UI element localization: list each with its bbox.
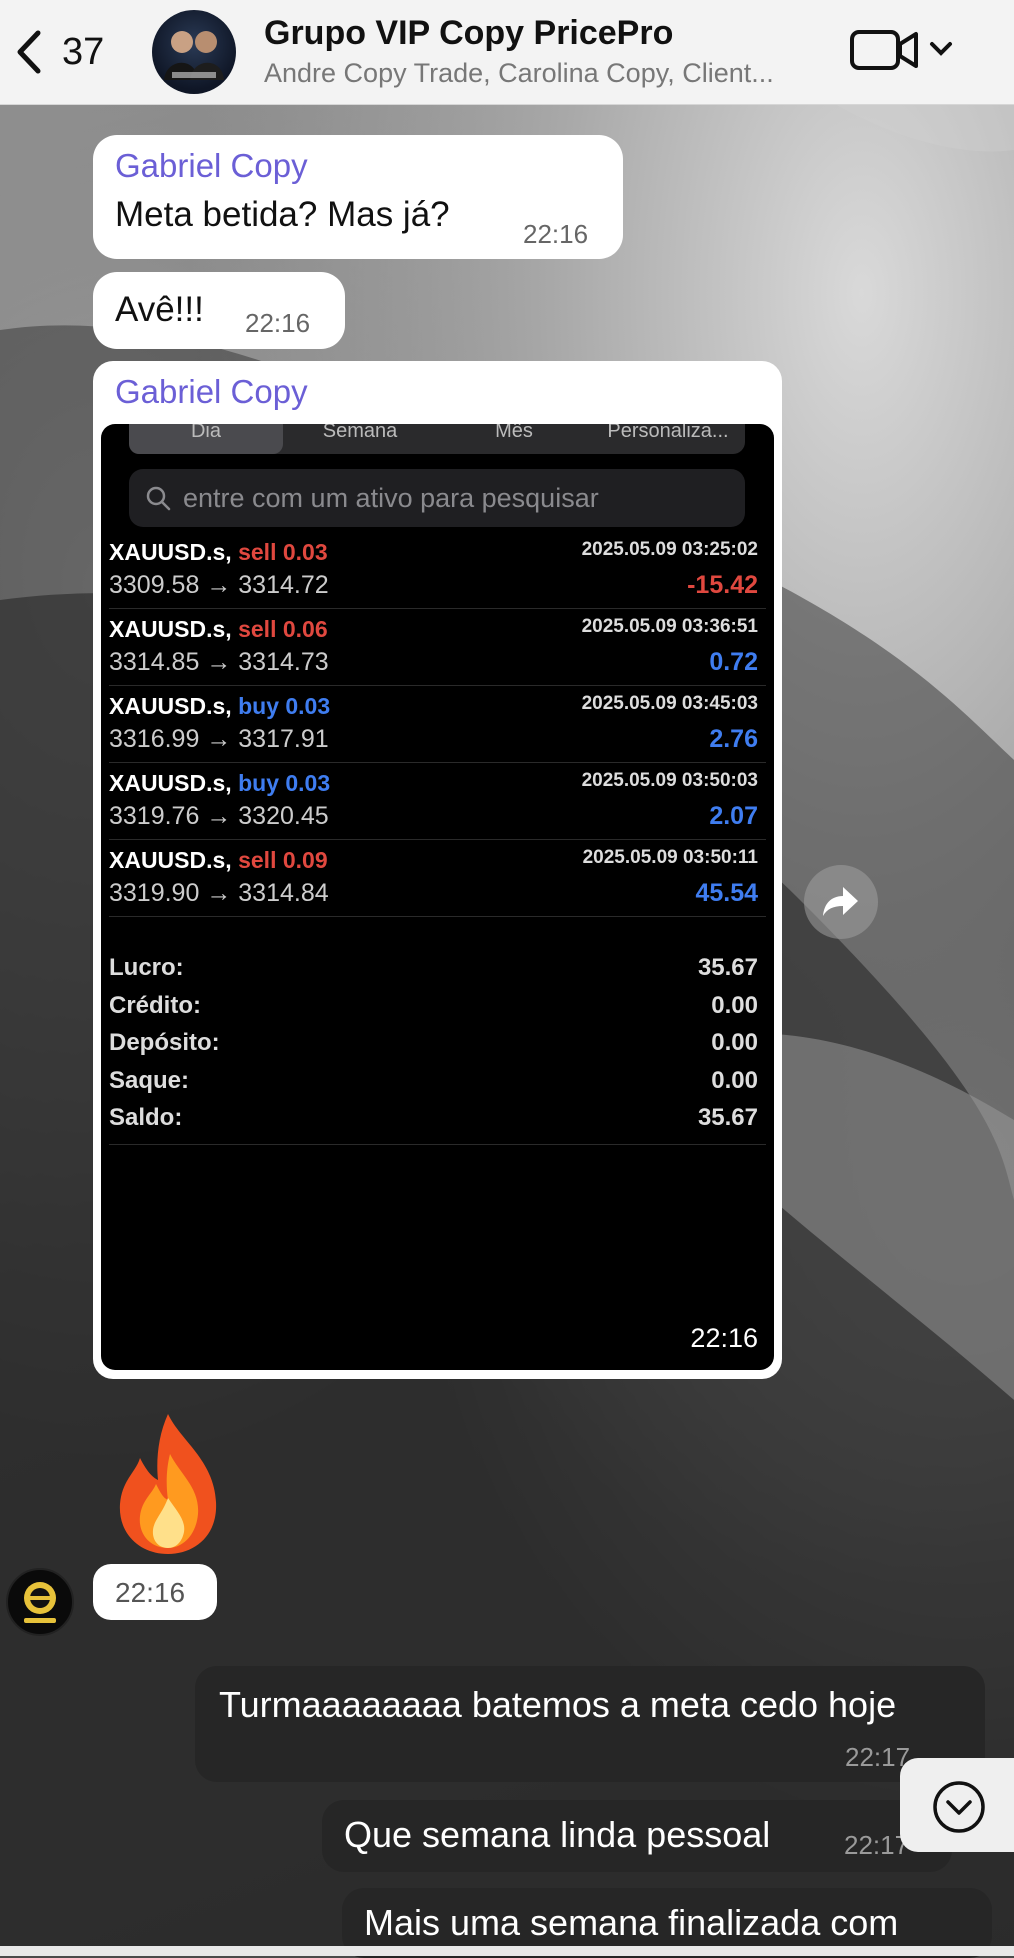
- trade-profit: -15.42: [687, 571, 758, 599]
- summary-value: 0.00: [711, 1066, 758, 1094]
- summary-label: Saque:: [109, 1066, 190, 1094]
- trade-profit: 0.72: [709, 648, 758, 676]
- trade-prices: 3319.90 → 3314.84: [109, 879, 329, 907]
- message-bubble[interactable]: Gabriel Copy Meta betida? Mas já? 22:16: [93, 135, 623, 259]
- scroll-to-bottom-button[interactable]: [900, 1758, 1014, 1852]
- video-camera-icon: [850, 30, 952, 70]
- message-text: Turmaaaaaaaa batemos a meta cedo hoje: [219, 1684, 897, 1725]
- back-button[interactable]: 37: [10, 22, 120, 82]
- summary-row: Saque: 0.00: [109, 1067, 766, 1103]
- message-text: Mais uma semana finalizada com: [364, 1902, 899, 1943]
- summary-value: 35.67: [697, 1104, 758, 1131]
- symbol-text: XAUUSD.s,: [109, 770, 232, 796]
- trade-action: buy 0.03: [238, 770, 331, 796]
- summary-value: 35.67: [697, 954, 758, 981]
- sender-avatar[interactable]: [6, 1568, 74, 1636]
- trade-profit: 2.07: [709, 802, 758, 830]
- fire-emoji: [119, 1414, 217, 1554]
- asset-search-field: entre com um ativo para pesquisar: [129, 469, 745, 527]
- bottom-edge: [0, 1946, 1014, 1956]
- trade-profit: 2.76: [709, 725, 758, 753]
- message-time: 22:16: [115, 1577, 186, 1608]
- trade-prices: 3309.58 → 3314.72: [109, 571, 329, 599]
- trade-symbol: XAUUSD.s, sell 0.09: [109, 847, 328, 874]
- time-bubble[interactable]: 22:16: [93, 1564, 217, 1620]
- trade-row: XAUUSD.s, buy 0.03 2025.05.09 03:50:03 331…: [109, 762, 766, 840]
- sender-name[interactable]: Gabriel Copy: [115, 147, 308, 185]
- trade-row: XAUUSD.s, sell 0.03 2025.05.09 03:25:02 33…: [109, 531, 766, 609]
- chat-participants[interactable]: Andre Copy Trade, Carolina Copy, Client.…: [264, 58, 824, 89]
- search-placeholder: entre com um ativo para pesquisar: [183, 483, 599, 513]
- sender-name[interactable]: Gabriel Copy: [115, 373, 308, 411]
- trade-symbol: XAUUSD.s, buy 0.03: [109, 693, 330, 720]
- unread-count: 37: [62, 30, 105, 73]
- chevron-left-icon: [17, 30, 41, 74]
- trade-datetime: 2025.05.09 03:50:03: [581, 770, 758, 791]
- outgoing-message-bubble[interactable]: Turmaaaaaaaa batemos a meta cedo hoje 22…: [195, 1666, 985, 1782]
- summary-row: Crédito: 0.00: [109, 992, 766, 1028]
- trade-row: XAUUSD.s, buy 0.03 2025.05.09 03:45:03 331…: [109, 685, 766, 763]
- video-call-button[interactable]: [848, 26, 958, 76]
- message-bubble[interactable]: Avê!!! 22:16: [93, 272, 345, 349]
- summary-row: Depósito: 0.00: [109, 1029, 766, 1065]
- trade-row: XAUUSD.s, sell 0.09 2025.05.09 03:50:11 33…: [109, 839, 766, 917]
- summary-label: Crédito:: [109, 991, 201, 1019]
- trade-action: sell 0.06: [238, 616, 328, 642]
- chat-header: 37 Grupo VIP Copy PricePro Andre Copy Tr…: [0, 0, 1014, 105]
- summary-row: Saldo: 35.67: [109, 1104, 766, 1140]
- summary-divider: [109, 1144, 766, 1145]
- symbol-text: XAUUSD.s,: [109, 616, 232, 642]
- trade-datetime: 2025.05.09 03:36:51: [581, 616, 758, 637]
- summary-label: Depósito:: [109, 1029, 220, 1056]
- sender-logo: [24, 1582, 56, 1623]
- group-photo: [164, 31, 224, 80]
- chat-title[interactable]: Grupo VIP Copy PricePro: [264, 14, 673, 53]
- search-icon: [146, 486, 171, 511]
- summary-label: Lucro:: [109, 954, 184, 981]
- message-text: Que semana linda pessoal: [344, 1814, 771, 1855]
- summary-value: 0.00: [711, 991, 758, 1019]
- forward-button[interactable]: [804, 865, 878, 939]
- summary-value: 0.00: [711, 1029, 758, 1056]
- symbol-text: XAUUSD.s,: [109, 539, 232, 565]
- outgoing-message-bubble[interactable]: Que semana linda pessoal 22:17: [322, 1800, 952, 1872]
- trade-datetime: 2025.05.09 03:25:02: [581, 539, 758, 560]
- trade-prices: 3316.99 → 3317.91: [109, 725, 329, 753]
- message-text: Meta betida? Mas já?: [115, 195, 450, 234]
- message-time: 22:16: [245, 308, 311, 338]
- trade-action: sell 0.09: [238, 847, 328, 873]
- trade-prices: 3314.85 → 3314.73: [109, 648, 329, 676]
- symbol-text: XAUUSD.s,: [109, 847, 232, 873]
- trade-prices: 3319.76 → 3320.45: [109, 802, 329, 830]
- summary-row: Lucro: 35.67: [109, 954, 766, 990]
- trade-symbol: XAUUSD.s, sell 0.03: [109, 539, 328, 566]
- tab-semana: Semana: [322, 424, 398, 442]
- emoji-message[interactable]: 🔥: [106, 1408, 236, 1558]
- tab-mes: Mês: [495, 424, 533, 442]
- trade-action: sell 0.03: [238, 539, 328, 565]
- message-time: 22:16: [690, 1323, 758, 1353]
- period-tabs: Dia Semana Mês Personaliza...: [129, 424, 745, 454]
- summary-label: Saldo:: [109, 1104, 183, 1131]
- tab-personalizado: Personaliza...: [607, 424, 729, 442]
- chevron-down-circle-icon: [933, 1781, 985, 1833]
- tab-dia: Dia: [129, 424, 283, 454]
- trade-history-screenshot[interactable]: Dia Semana Mês Personaliza... entre com …: [101, 424, 774, 1370]
- group-avatar[interactable]: [152, 10, 236, 94]
- message-time: 22:16: [523, 219, 589, 249]
- trade-row: XAUUSD.s, sell 0.06 2025.05.09 03:36:51 33…: [109, 608, 766, 686]
- trade-action: buy 0.03: [238, 693, 331, 719]
- message-text: Avê!!!: [115, 290, 204, 329]
- symbol-text: XAUUSD.s,: [109, 693, 232, 719]
- forward-arrow-icon: [823, 887, 858, 916]
- trade-profit: 45.54: [695, 879, 758, 907]
- trade-symbol: XAUUSD.s, sell 0.06: [109, 616, 328, 643]
- trade-symbol: XAUUSD.s, buy 0.03: [109, 770, 330, 797]
- trade-datetime: 2025.05.09 03:50:11: [582, 847, 758, 868]
- trade-datetime: 2025.05.09 03:45:03: [581, 693, 758, 714]
